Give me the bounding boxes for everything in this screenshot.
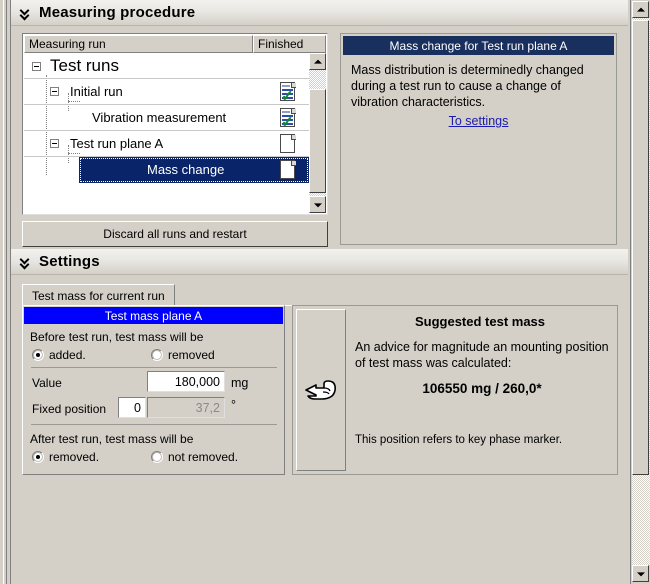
window-left-frame: [0, 0, 11, 584]
suggested-test-mass-note: This position refers to key phase marker…: [355, 434, 563, 446]
suggested-test-mass-panel: Suggested test mass An advice for magnit…: [292, 305, 618, 475]
tree-row-label: Mass change: [147, 162, 225, 177]
value-label: Value: [32, 376, 62, 390]
radio-label: not removed.: [168, 450, 239, 464]
scrollbar-thumb[interactable]: [309, 89, 326, 193]
tab-strip-filler: [178, 292, 618, 306]
scroll-down-button[interactable]: [309, 196, 326, 213]
window-frame-groove: [3, 0, 7, 584]
info-panel-body: Mass distribution is determinedly change…: [351, 63, 584, 109]
tree-row-selected[interactable]: Mass change: [79, 157, 309, 183]
window-scrollbar-thumb[interactable]: [632, 20, 649, 475]
info-panel-title: Mass change for Test run plane A: [343, 36, 614, 55]
discard-all-runs-label: Discard all runs and restart: [103, 227, 247, 241]
tab-label: Test mass for current run: [32, 288, 165, 303]
test-mass-group: Test mass plane A Before test run, test …: [22, 305, 285, 475]
tree-row[interactable]: Test runs: [24, 53, 309, 79]
suggested-test-mass-value: 106550 mg / 260,0*: [422, 381, 542, 396]
to-settings-link[interactable]: To settings: [341, 114, 616, 128]
tree-column-headers: Measuring run Finished: [24, 35, 326, 53]
radio-label: removed.: [49, 450, 100, 464]
divider: [31, 367, 277, 368]
tree-row-label: Test run plane A: [70, 136, 164, 151]
radio-label: added.: [49, 348, 86, 362]
tree-row[interactable]: Test run plane A: [24, 131, 309, 157]
suggested-test-mass-text: An advice for magnitude an mounting posi…: [355, 340, 609, 370]
radio-indicator: [151, 349, 163, 361]
after-run-label: After test run, test mass will be: [30, 432, 194, 446]
value-unit: mg: [231, 376, 249, 390]
tree-row[interactable]: Initial run ✓: [24, 79, 309, 105]
tree-expander-icon[interactable]: [32, 62, 41, 71]
radio-indicator: [32, 349, 44, 361]
test-mass-group-header: Test mass plane A: [24, 307, 283, 324]
fixed-position-label: Fixed position: [32, 402, 107, 416]
tab-test-mass-for-current-run[interactable]: Test mass for current run: [22, 284, 175, 306]
radio-before-removed[interactable]: removed: [151, 348, 215, 362]
tree-row-label: Initial run: [70, 84, 123, 99]
divider: [31, 424, 277, 425]
measuring-procedure-body: Measuring run Finished Test runs Initial…: [11, 27, 628, 249]
chevron-down-icon: [19, 255, 33, 269]
document-blank-icon: [280, 159, 297, 180]
suggested-test-mass-title: Suggested test mass: [414, 314, 546, 329]
radio-before-added[interactable]: added.: [32, 348, 86, 362]
radio-indicator: [151, 451, 163, 463]
value-input[interactable]: 180,000: [147, 371, 225, 392]
window-scroll-up-button[interactable]: [632, 1, 649, 18]
radio-indicator: [32, 451, 44, 463]
angle-unit: °: [231, 398, 236, 412]
tree-scrollbar[interactable]: [309, 53, 326, 213]
tree-row-label: Test runs: [50, 55, 119, 75]
settings-tab-strip: Test mass for current run: [22, 284, 618, 306]
radio-after-removed[interactable]: removed.: [32, 450, 99, 464]
tree-row-label: Vibration measurement: [92, 110, 227, 125]
application-window: Measuring procedure Measuring run Finish…: [0, 0, 650, 584]
document-blank-icon: [280, 133, 297, 154]
scroll-up-button[interactable]: [309, 53, 326, 70]
section-title-settings: Settings: [39, 253, 100, 270]
discard-all-runs-button[interactable]: Discard all runs and restart: [22, 221, 328, 247]
tree-expander-icon[interactable]: [50, 87, 59, 96]
chevron-down-icon: [19, 6, 33, 20]
fixed-position-index-input[interactable]: 0: [118, 397, 146, 418]
tree-expander-icon[interactable]: [50, 139, 59, 148]
window-content: Measuring procedure Measuring run Finish…: [11, 0, 628, 584]
mass-change-info-panel: Mass change for Test run plane A Mass di…: [340, 33, 617, 245]
document-checked-icon: ✓: [280, 81, 297, 104]
before-run-label: Before test run, test mass will be: [30, 330, 204, 344]
measuring-run-tree-panel: Measuring run Finished Test runs Initial…: [22, 33, 328, 215]
window-scrollbar[interactable]: [630, 0, 650, 584]
tree-row[interactable]: Vibration measurement ✓: [24, 105, 309, 131]
tree-column-header-measuring-run[interactable]: Measuring run: [24, 35, 253, 53]
pointing-hand-icon: [305, 380, 336, 400]
section-header-measuring-procedure[interactable]: Measuring procedure: [11, 0, 628, 26]
section-header-settings[interactable]: Settings: [11, 249, 628, 275]
fixed-position-angle-input: 37,2: [147, 397, 225, 418]
radio-label: removed: [168, 348, 215, 362]
settings-body: Test mass for current run Test mass plan…: [11, 276, 628, 584]
radio-after-not-removed[interactable]: not removed.: [151, 450, 238, 464]
window-scroll-down-button[interactable]: [632, 565, 649, 582]
section-title-measuring-procedure: Measuring procedure: [39, 4, 196, 21]
measuring-run-tree[interactable]: Test runs Initial run ✓ Vibration measur…: [24, 53, 309, 213]
document-checked-icon: ✓: [280, 107, 297, 130]
tree-column-header-finished[interactable]: Finished: [253, 35, 326, 53]
pointing-hand-box: [296, 309, 346, 471]
